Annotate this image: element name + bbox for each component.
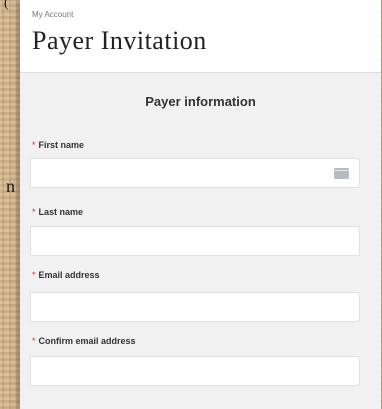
email-address-field[interactable] [30, 292, 360, 322]
last-name-label: * Last name [32, 207, 84, 217]
section-title: Payer information [145, 94, 256, 109]
required-marker: * [32, 140, 36, 150]
confirm-email-label: * Confirm email address [32, 336, 136, 346]
page-title: Payer Invitation [32, 26, 207, 55]
backdrop-side-text: n [6, 176, 15, 196]
last-name-field[interactable] [30, 226, 360, 256]
breadcrumb[interactable]: My Account [32, 10, 73, 19]
required-marker: * [32, 207, 36, 217]
page-header: My Account Payer Invitation [20, 0, 381, 73]
calendar-icon[interactable] [334, 168, 349, 179]
email-address-label: * Email address [32, 270, 100, 280]
payer-invitation-panel: My Account Payer Invitation Payer inform… [20, 0, 381, 409]
first-name-field[interactable] [30, 158, 360, 188]
backdrop-corner-text: ( [4, 0, 9, 11]
first-name-label: * First name [32, 140, 85, 150]
required-marker: * [32, 270, 36, 280]
required-marker: * [32, 336, 36, 346]
confirm-email-field[interactable] [30, 356, 360, 386]
